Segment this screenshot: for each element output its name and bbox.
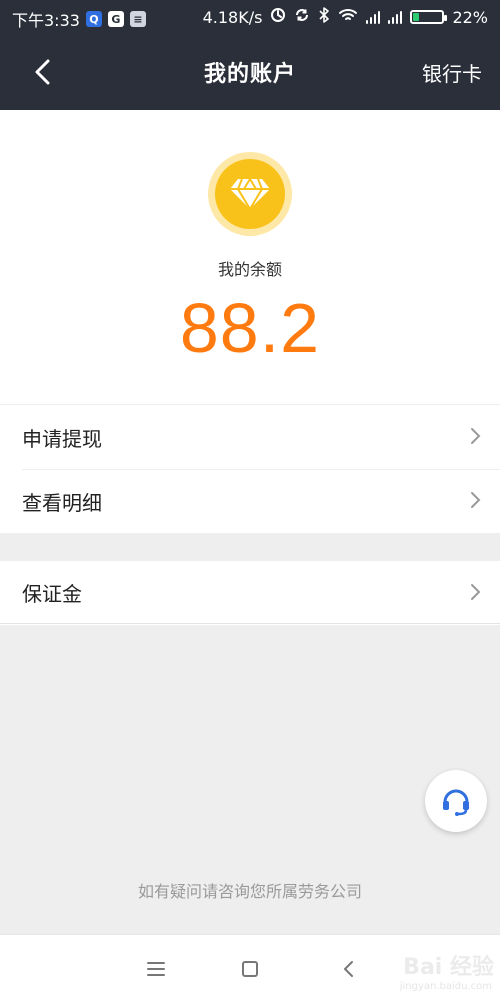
signal-icon [388,10,403,24]
withdraw-menu-item[interactable]: 申请提现 [0,405,500,469]
home-button[interactable] [236,955,264,983]
headset-icon [443,789,469,816]
customer-support-button[interactable] [425,770,487,832]
status-bar: 下午3:33 Q G ≡ 4.18K/s 22% [0,0,500,34]
back-nav-button[interactable] [334,955,362,983]
square-icon [242,961,258,977]
help-note: 如有疑问请咨询您所属劳务公司 [137,882,362,901]
back-arrow-icon [344,961,353,977]
top-bar: 下午3:33 Q G ≡ 4.18K/s 22% 我的账户 银行卡 [0,0,500,110]
status-left: 下午3:33 Q G ≡ [12,7,146,31]
diamond-badge [208,152,292,236]
deposit-menu-item[interactable]: 保证金 [0,561,500,623]
hamburger-icon [147,962,165,976]
sync-icon [294,7,310,27]
chevron-right-icon [471,492,481,508]
app-icon: Q [85,11,102,27]
withdraw-label: 申请提现 [22,426,102,451]
status-right: 4.18K/s 22% [203,7,488,27]
navigation-bar: 我的账户 银行卡 [0,34,500,110]
status-time: 下午3:33 [12,11,80,30]
signal-icon [366,10,381,24]
watermark-url: jingyan.baidu.com [399,981,492,992]
chevron-right-icon [471,584,481,600]
bank-card-link[interactable]: 银行卡 [422,58,482,87]
diamond-icon [215,159,285,229]
menu-button[interactable] [142,955,170,983]
google-icon: G [107,11,124,27]
section-gap [0,533,500,561]
wifi-icon [338,7,358,27]
balance-label: 我的余额 [217,260,282,279]
alarm-icon [270,7,286,27]
message-icon: ≡ [129,11,146,27]
watermark: Bai 经验 jingyan.baidu.com [399,943,494,997]
network-speed: 4.18K/s [202,7,263,27]
deposit-label: 保证金 [22,581,82,606]
details-menu-item[interactable]: 查看明细 [0,469,500,533]
deposit-section: 保证金 [0,561,500,624]
account-menu: 申请提现 查看明细 [0,404,500,533]
chevron-right-icon [471,428,481,444]
details-label: 查看明细 [22,490,102,515]
balance-amount: 88.2 [179,289,321,367]
battery-percent: 22% [452,7,488,27]
watermark-brand: Bai 经验 [403,955,494,980]
bluetooth-icon [318,7,330,27]
battery-icon [410,10,448,24]
